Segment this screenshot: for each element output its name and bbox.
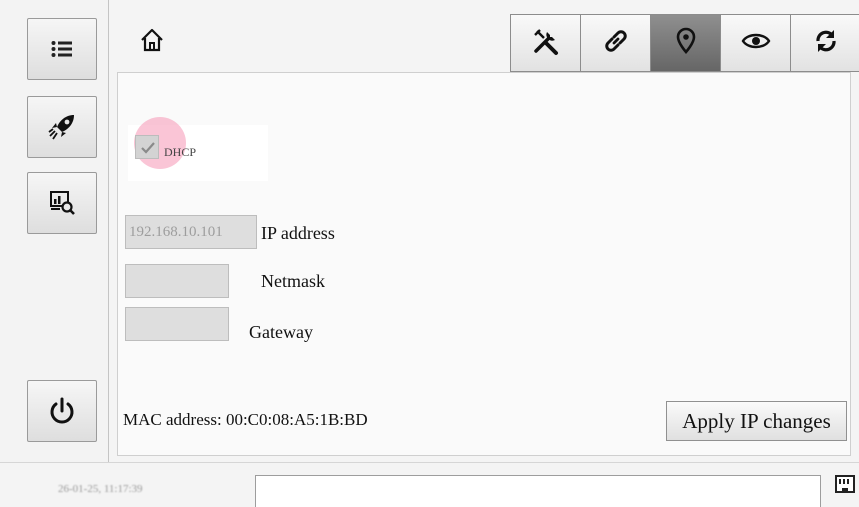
tab-link[interactable]: [580, 14, 651, 72]
link-icon: [601, 26, 631, 61]
tools-icon: [531, 26, 561, 61]
dhcp-checkbox[interactable]: [135, 135, 159, 159]
status-divider: [0, 462, 859, 463]
sidebar: [0, 0, 108, 462]
home-button[interactable]: [132, 22, 172, 62]
menu-button[interactable]: [27, 18, 97, 80]
ethernet-icon: [834, 474, 856, 496]
home-icon: [139, 27, 165, 58]
chart-search-icon: [49, 190, 75, 216]
sidebar-divider: [108, 0, 109, 462]
power-button[interactable]: [27, 380, 97, 442]
launch-button[interactable]: [27, 96, 97, 158]
rocket-icon: [47, 112, 77, 142]
tab-tools[interactable]: [510, 14, 581, 72]
gateway-label: Gateway: [249, 322, 313, 342]
status-message-box: [255, 475, 821, 507]
mac-address-text: MAC address: 00:C0:08:A5:1B:BD: [123, 410, 368, 429]
network-settings-panel: DHCP 192.168.10.101 IP address Netmask G…: [117, 72, 851, 456]
monitor-button[interactable]: [27, 172, 97, 234]
ip-address-label: IP address: [261, 223, 335, 243]
tab-location[interactable]: [650, 14, 721, 72]
eye-icon: [741, 31, 771, 56]
tab-refresh[interactable]: [790, 14, 859, 72]
dhcp-label: DHCP: [164, 145, 197, 159]
apply-ip-changes-button[interactable]: Apply IP changes: [666, 401, 847, 441]
top-tabs: [510, 14, 859, 72]
tab-view[interactable]: [720, 14, 791, 72]
list-icon: [51, 40, 73, 58]
ip-address-field[interactable]: 192.168.10.101: [125, 215, 257, 249]
gateway-field[interactable]: [125, 307, 229, 341]
power-icon: [47, 396, 77, 426]
map-pin-icon: [673, 26, 699, 61]
netmask-label: Netmask: [261, 271, 325, 291]
netmask-field[interactable]: [125, 264, 229, 298]
datetime-text: 26-01-25, 11:17:39: [58, 483, 143, 495]
refresh-icon: [811, 26, 841, 61]
